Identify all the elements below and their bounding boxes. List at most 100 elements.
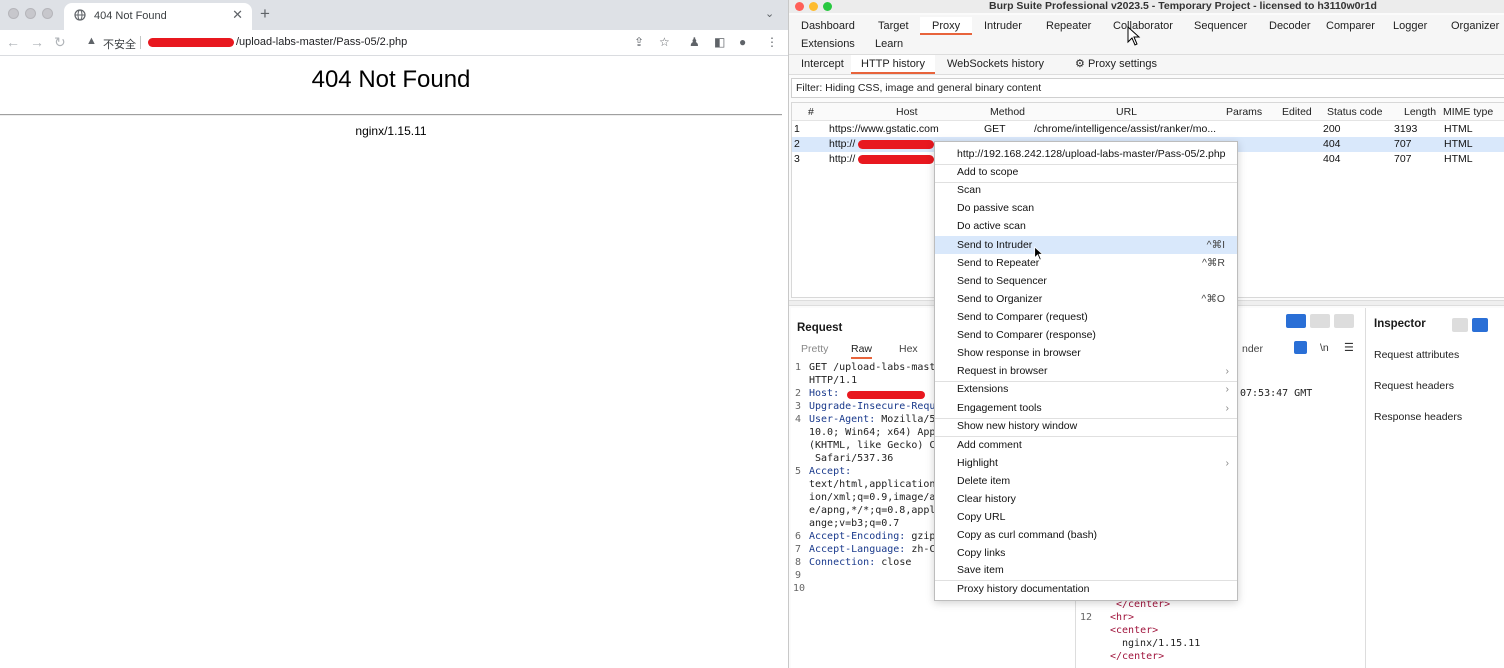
menu-item-add-to-scope[interactable]: Add to scope xyxy=(935,163,1237,181)
inspector-layout-icon[interactable] xyxy=(1472,318,1488,332)
menu-item-scan[interactable]: Scan xyxy=(935,181,1237,199)
reload-icon[interactable]: ↻ xyxy=(54,34,66,51)
zoom-window-button[interactable] xyxy=(823,2,832,11)
menu-item-delete-item[interactable]: Delete item xyxy=(935,472,1237,490)
forward-icon[interactable]: → xyxy=(30,34,44,50)
menu-item-clear-history[interactable]: Clear history xyxy=(935,490,1237,508)
column-header[interactable]: Status code xyxy=(1327,106,1382,118)
column-header[interactable]: Params xyxy=(1226,106,1262,118)
tab-target[interactable]: Target xyxy=(874,17,913,35)
column-header[interactable]: Method xyxy=(990,106,1025,118)
row-number: 1 xyxy=(794,123,800,135)
tab-comparer[interactable]: Comparer xyxy=(1322,17,1379,35)
split-layout-icon[interactable] xyxy=(1286,314,1306,328)
column-header[interactable]: # xyxy=(808,106,814,118)
menu-item-documentation[interactable]: Proxy history documentation xyxy=(935,580,1237,598)
new-tab-icon[interactable]: + xyxy=(260,4,270,24)
inspector-section[interactable]: Response headers xyxy=(1374,411,1462,423)
menu-item-send-to-sequencer[interactable]: Send to Sequencer xyxy=(935,272,1237,290)
column-header[interactable]: Edited xyxy=(1282,106,1312,118)
sidepanel-icon[interactable]: ◧ xyxy=(714,35,725,49)
menu-item-save-item[interactable]: Save item xyxy=(935,561,1237,579)
tab-pretty[interactable]: Pretty xyxy=(801,343,828,355)
column-header[interactable]: MIME type xyxy=(1443,106,1493,118)
warning-icon[interactable]: ▲ xyxy=(86,35,97,47)
tab-raw[interactable]: Raw xyxy=(851,343,873,359)
inspector-section[interactable]: Request attributes xyxy=(1374,349,1459,361)
star-icon[interactable]: ☆ xyxy=(659,35,670,49)
menu-item-comparer-request[interactable]: Send to Comparer (request) xyxy=(935,308,1237,326)
tab-intercept[interactable]: Intercept xyxy=(797,55,848,74)
tab-dashboard[interactable]: Dashboard xyxy=(797,17,859,35)
request-line: Safari/537.36 xyxy=(809,453,894,464)
tab-decoder[interactable]: Decoder xyxy=(1265,17,1315,35)
chevron-down-icon[interactable]: ⌄ xyxy=(765,7,774,20)
profile-icon[interactable]: ● xyxy=(739,35,746,49)
menu-item-show-response[interactable]: Show response in browser xyxy=(935,344,1237,362)
proxy-settings-button[interactable]: ⚙ Proxy settings xyxy=(1071,55,1161,74)
zoom-window-button[interactable] xyxy=(42,8,53,19)
close-window-button[interactable] xyxy=(8,8,19,19)
tab-organizer[interactable]: Organizer xyxy=(1447,17,1503,35)
row-mime: HTML xyxy=(1444,138,1473,150)
single-layout-icon[interactable] xyxy=(1334,314,1354,328)
address-bar[interactable]: ▲ 不安全 /upload-labs-master/Pass-05/2.php xyxy=(78,32,678,54)
tab-http-history[interactable]: HTTP history xyxy=(851,55,935,74)
minimize-window-button[interactable] xyxy=(25,8,36,19)
header-key: Host: xyxy=(809,388,840,399)
more-icon[interactable]: ⋮ xyxy=(766,35,778,49)
menu-item-url[interactable]: http://192.168.242.128/upload-labs-maste… xyxy=(935,145,1237,163)
column-header[interactable]: Length xyxy=(1404,106,1436,118)
browser-tab[interactable]: 404 Not Found ✕ xyxy=(64,3,252,30)
menu-item-comparer-response[interactable]: Send to Comparer (response) xyxy=(935,326,1237,344)
title-bar: Burp Suite Professional v2023.5 - Tempor… xyxy=(789,0,1504,13)
back-icon[interactable]: ← xyxy=(6,34,20,50)
menu-item-add-comment[interactable]: Add comment xyxy=(935,436,1237,454)
pretty-print-icon[interactable] xyxy=(1294,341,1307,354)
menu-item-new-history-window[interactable]: Show new history window xyxy=(935,417,1237,435)
share-icon[interactable]: ⇪ xyxy=(634,35,644,49)
column-header[interactable]: URL xyxy=(1116,106,1137,118)
menu-item-copy-links[interactable]: Copy links xyxy=(935,544,1237,562)
tab-intruder[interactable]: Intruder xyxy=(980,17,1026,35)
tab-logger[interactable]: Logger xyxy=(1389,17,1431,35)
column-header[interactable]: Host xyxy=(896,106,918,118)
extension-icon[interactable]: ♟ xyxy=(689,35,700,49)
insecure-label[interactable]: 不安全 xyxy=(103,36,136,52)
tab-collaborator[interactable]: Collaborator xyxy=(1109,17,1177,35)
tab-repeater[interactable]: Repeater xyxy=(1042,17,1095,35)
tab-extensions[interactable]: Extensions xyxy=(797,35,859,53)
inspector-layout-icon[interactable] xyxy=(1452,318,1468,332)
tab-proxy[interactable]: Proxy xyxy=(920,17,973,35)
menu-item-active-scan[interactable]: Do active scan xyxy=(935,217,1237,235)
menu-item-copy-curl[interactable]: Copy as curl command (bash) xyxy=(935,526,1237,544)
menu-item-request-in-browser[interactable]: Request in browser › xyxy=(935,362,1237,380)
tab-websockets-history[interactable]: WebSockets history xyxy=(943,55,1048,74)
tab-sequencer[interactable]: Sequencer xyxy=(1190,17,1251,35)
newline-icon[interactable]: \n xyxy=(1320,342,1329,354)
url-text[interactable]: /upload-labs-master/Pass-05/2.php xyxy=(236,36,407,48)
shortcut-label: ^⌘I xyxy=(1206,239,1225,251)
table-row[interactable]: 1 https://www.gstatic.com GET /chrome/in… xyxy=(792,122,1504,137)
menu-item-send-to-intruder[interactable]: Send to Intruder ^⌘I xyxy=(935,236,1237,254)
menu-item-engagement-tools[interactable]: Engagement tools › xyxy=(935,399,1237,417)
menu-item-label: Highlight xyxy=(957,457,998,469)
menu-item-send-to-organizer[interactable]: Send to Organizer ^⌘O xyxy=(935,290,1237,308)
menu-item-passive-scan[interactable]: Do passive scan xyxy=(935,199,1237,217)
menu-item-send-to-repeater[interactable]: Send to Repeater ^⌘R xyxy=(935,254,1237,272)
render-tab[interactable]: nder xyxy=(1242,343,1263,355)
globe-icon xyxy=(74,9,86,21)
close-window-button[interactable] xyxy=(795,2,804,11)
menu-item-extensions[interactable]: Extensions › xyxy=(935,380,1237,398)
menu-item-highlight[interactable]: Highlight › xyxy=(935,454,1237,472)
filter-bar[interactable]: Filter: Hiding CSS, image and general bi… xyxy=(791,78,1504,98)
stack-layout-icon[interactable] xyxy=(1310,314,1330,328)
menu-item-label: Copy URL xyxy=(957,511,1006,523)
close-tab-icon[interactable]: ✕ xyxy=(232,7,243,23)
menu-icon[interactable]: ☰ xyxy=(1344,341,1354,354)
tab-hex[interactable]: Hex xyxy=(899,343,918,355)
minimize-window-button[interactable] xyxy=(809,2,818,11)
menu-item-copy-url[interactable]: Copy URL xyxy=(935,508,1237,526)
inspector-section[interactable]: Request headers xyxy=(1374,380,1454,392)
tab-learn[interactable]: Learn xyxy=(871,35,907,53)
